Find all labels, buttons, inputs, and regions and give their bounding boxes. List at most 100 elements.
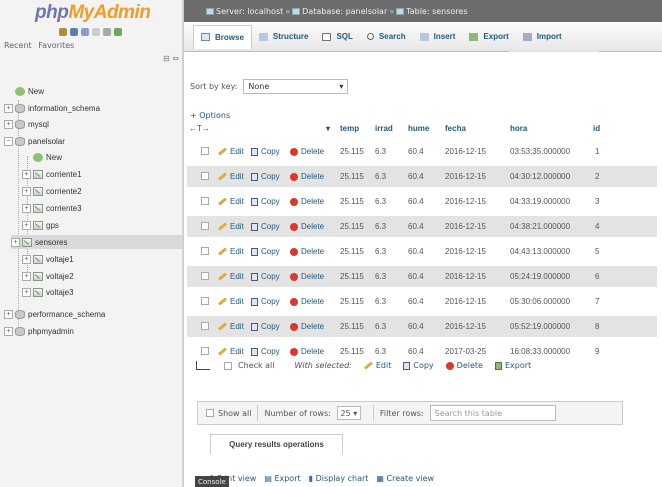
docs-icon[interactable]	[81, 28, 89, 36]
row-delete-button[interactable]: Delete	[290, 297, 324, 306]
cell-hora[interactable]: 05:30:06.000000	[510, 297, 570, 306]
row-edit-button[interactable]: Edit	[218, 272, 244, 281]
cell-id[interactable]: 5	[595, 247, 599, 256]
cell-hume[interactable]: 60.4	[408, 347, 424, 356]
row-copy-button[interactable]: Copy	[251, 222, 280, 231]
cell-hume[interactable]: 60.4	[408, 222, 424, 231]
cell-fecha[interactable]: 2016-12-15	[445, 197, 486, 206]
cell-temp[interactable]: 25.115	[340, 272, 364, 281]
options-link[interactable]: + Options	[190, 111, 230, 120]
tab-insert[interactable]: Insert	[413, 25, 463, 49]
cell-hume[interactable]: 60.4	[408, 147, 424, 156]
row-checkbox[interactable]	[201, 247, 209, 255]
expand-icon[interactable]: +	[22, 271, 31, 281]
tab-structure[interactable]: Structure	[252, 25, 316, 49]
cell-hora[interactable]: 05:24:19.000000	[510, 272, 570, 281]
cell-fecha[interactable]: 2016-12-15	[445, 147, 486, 156]
tree-item-new[interactable]: New	[4, 84, 44, 98]
column-header-hume[interactable]: hume	[408, 124, 429, 133]
cell-temp[interactable]: 25.115	[340, 322, 364, 331]
expand-icon[interactable]: +	[11, 237, 20, 247]
expand-icon[interactable]: +	[22, 254, 31, 264]
bulk-copy-button[interactable]: Copy	[403, 361, 434, 370]
cell-hora[interactable]: 04:30:12.000000	[510, 172, 570, 181]
tree-item-phpmyadmin[interactable]: + phpmyadmin	[4, 324, 74, 338]
row-delete-button[interactable]: Delete	[290, 272, 324, 281]
cell-temp[interactable]: 25.115	[340, 172, 364, 181]
tab-import[interactable]: Import	[516, 25, 569, 49]
cell-fecha[interactable]: 2016-12-15	[445, 222, 486, 231]
row-delete-button[interactable]: Delete	[290, 222, 324, 231]
cell-fecha[interactable]: 2016-12-15	[445, 272, 486, 281]
create-view-link[interactable]: ▦ Create view	[376, 474, 434, 484]
row-copy-button[interactable]: Copy	[251, 322, 280, 331]
row-edit-button[interactable]: Edit	[218, 247, 244, 256]
cell-irrad[interactable]: 6.3	[375, 172, 386, 181]
cell-temp[interactable]: 25.115	[340, 197, 364, 206]
cell-hume[interactable]: 60.4	[408, 322, 424, 331]
column-header-temp[interactable]: temp	[340, 124, 359, 133]
expand-icon[interactable]: +	[4, 119, 13, 129]
cell-irrad[interactable]: 6.3	[375, 147, 386, 156]
tree-item-corriente3[interactable]: + corriente3	[22, 201, 82, 215]
expand-icon[interactable]: +	[4, 309, 13, 319]
bulk-delete-button[interactable]: Delete	[445, 361, 483, 370]
cell-fecha[interactable]: 2016-12-15	[445, 247, 486, 256]
cell-irrad[interactable]: 6.3	[375, 222, 386, 231]
cell-id[interactable]: 1	[595, 147, 599, 156]
tree-item-gps[interactable]: + gps	[22, 218, 59, 232]
row-edit-button[interactable]: Edit	[218, 172, 244, 181]
sql-icon[interactable]	[70, 28, 78, 36]
expand-icon[interactable]: +	[22, 186, 31, 196]
breadcrumb-table[interactable]: Table: sensores	[406, 7, 467, 16]
cell-irrad[interactable]: 6.3	[375, 272, 386, 281]
breadcrumb-database[interactable]: Database: panelsolar	[302, 7, 387, 16]
cell-hume[interactable]: 60.4	[408, 297, 424, 306]
expand-icon[interactable]: +	[22, 169, 31, 179]
row-copy-button[interactable]: Copy	[251, 347, 280, 356]
tree-item-voltaje1[interactable]: + voltaje1	[22, 252, 74, 266]
expand-icon[interactable]: +	[22, 203, 31, 213]
help-icon[interactable]	[92, 28, 100, 36]
tree-item-corriente2[interactable]: + corriente2	[22, 184, 82, 198]
column-header-hora[interactable]: hora	[510, 124, 527, 133]
sort-select[interactable]: None ▾	[243, 79, 349, 94]
row-edit-button[interactable]: Edit	[218, 347, 244, 356]
row-checkbox[interactable]	[201, 322, 209, 330]
row-copy-button[interactable]: Copy	[251, 297, 280, 306]
row-edit-button[interactable]: Edit	[218, 297, 244, 306]
cell-id[interactable]: 6	[595, 272, 599, 281]
cell-id[interactable]: 3	[595, 197, 599, 206]
home-icon[interactable]	[59, 28, 67, 36]
cell-fecha[interactable]: 2016-12-15	[445, 322, 486, 331]
row-checkbox[interactable]	[201, 197, 209, 205]
row-checkbox[interactable]	[201, 272, 209, 280]
tab-browse[interactable]: Browse	[193, 24, 252, 49]
cell-irrad[interactable]: 6.3	[375, 322, 386, 331]
tree-item-panelsolar[interactable]: − panelsolar	[4, 134, 65, 148]
export-link[interactable]: ▤ Export	[264, 474, 300, 484]
cell-irrad[interactable]: 6.3	[375, 347, 386, 356]
row-delete-button[interactable]: Delete	[290, 197, 324, 206]
cell-temp[interactable]: 25.115	[340, 347, 364, 356]
column-arrows-icon[interactable]: ←T→	[189, 124, 210, 133]
row-checkbox[interactable]	[201, 297, 209, 305]
cell-hora[interactable]: 16:08:33.000000	[510, 347, 570, 356]
row-delete-button[interactable]: Delete	[290, 172, 324, 181]
cell-hume[interactable]: 60.4	[408, 247, 424, 256]
recent-link[interactable]: Recent	[4, 41, 32, 50]
cell-fecha[interactable]: 2016-12-15	[445, 172, 486, 181]
tree-item-voltaje2[interactable]: + voltaje2	[22, 269, 74, 283]
row-edit-button[interactable]: Edit	[218, 222, 244, 231]
row-copy-button[interactable]: Copy	[251, 197, 280, 206]
show-all-checkbox[interactable]	[206, 409, 214, 417]
expand-icon[interactable]: +	[22, 287, 31, 297]
tab-export[interactable]: Export	[462, 25, 515, 49]
breadcrumb-server[interactable]: Server: localhost	[216, 7, 283, 16]
reload-icon[interactable]	[114, 28, 122, 36]
cell-fecha[interactable]: 2017-03-25	[445, 347, 486, 356]
tab-search[interactable]: Search	[360, 25, 413, 49]
row-edit-button[interactable]: Edit	[218, 322, 244, 331]
cell-temp[interactable]: 25.115	[340, 147, 364, 156]
cell-id[interactable]: 4	[595, 222, 599, 231]
